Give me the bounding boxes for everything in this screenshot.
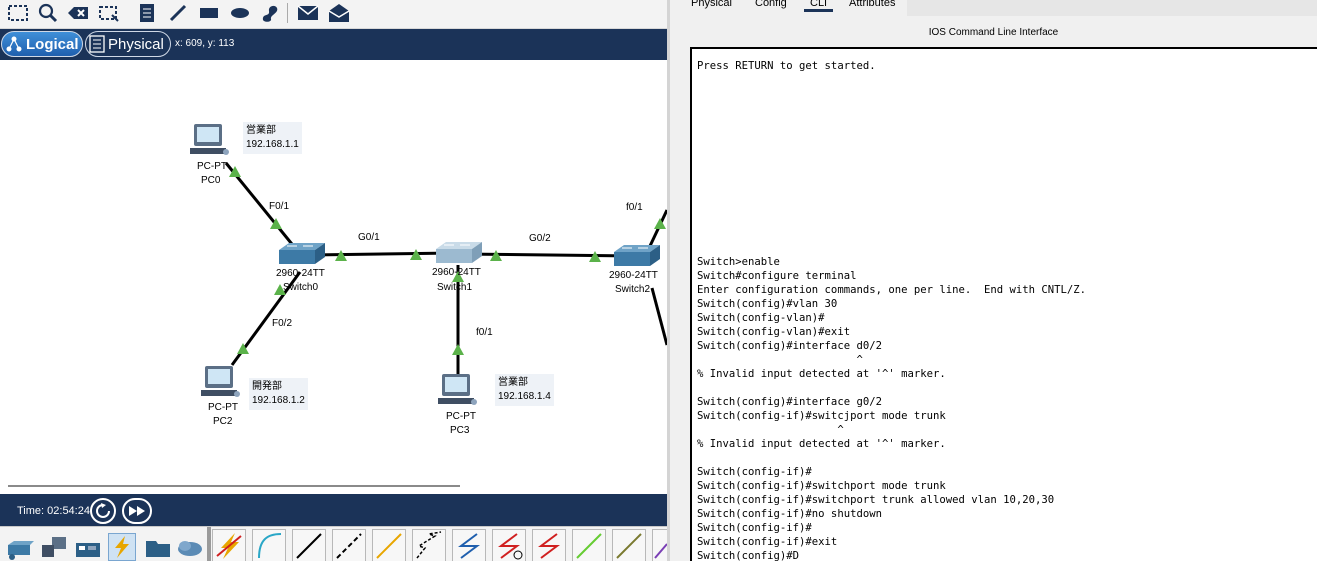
- tab-strip-fill: [907, 0, 1317, 16]
- serial-dte-icon[interactable]: [532, 529, 566, 561]
- link-switch2-down: [650, 287, 667, 346]
- ellipse-icon[interactable]: [228, 2, 252, 24]
- pc2-type-label: PC-PT: [208, 402, 238, 413]
- logical-mode-label: Logical: [26, 35, 79, 53]
- link-up-triangle: [654, 218, 666, 229]
- link-switch1-switch2: [459, 252, 636, 258]
- pc3-name-label: PC3: [450, 425, 470, 436]
- end-devices-icon[interactable]: [40, 533, 68, 561]
- straight-through-icon[interactable]: [292, 529, 326, 561]
- pc3-note[interactable]: 営業部 192.168.1.4: [495, 374, 554, 406]
- switch1-name-label: Switch1: [437, 282, 473, 293]
- cycle-icon: [96, 503, 110, 518]
- pc3-type-label: PC-PT: [446, 411, 476, 422]
- octal-cable-icon[interactable]: [572, 529, 606, 561]
- open-mail-icon[interactable]: [327, 2, 351, 24]
- serial-dce-icon[interactable]: [492, 529, 526, 561]
- pc0-note-dept: 営業部: [246, 125, 276, 136]
- components-icon[interactable]: [74, 533, 102, 561]
- logical-topology-icon: [5, 34, 23, 54]
- tab-cli[interactable]: CLI: [804, 0, 834, 12]
- power-cycle-button[interactable]: [90, 498, 116, 524]
- main-toolbar: [0, 0, 667, 29]
- port-label-sw1-sw2: G0/2: [529, 233, 551, 244]
- rectangle-icon[interactable]: [197, 2, 221, 24]
- fiber-icon[interactable]: [372, 529, 406, 561]
- device-config-window: Physical Config CLI Attributes IOS Comma…: [670, 0, 1317, 561]
- console-cable-icon[interactable]: [252, 529, 286, 561]
- cli-title: IOS Command Line Interface: [928, 27, 1059, 38]
- physical-mode-label: Physical: [108, 35, 164, 53]
- pc0-device-icon[interactable]: [190, 122, 230, 158]
- pc3-note-dept: 営業部: [498, 377, 528, 388]
- pc0-note[interactable]: 営業部 192.168.1.1: [243, 122, 302, 154]
- switch2-name-label: Switch2: [615, 284, 651, 295]
- usb-cable-icon[interactable]: [652, 529, 667, 561]
- workspace-mode-bar: Logical Physical x: 609, y: 113: [0, 29, 667, 60]
- tab-attributes[interactable]: Attributes: [849, 0, 895, 9]
- bar-divider: [207, 527, 211, 561]
- fast-forward-button[interactable]: [122, 498, 152, 524]
- pc2-device-icon[interactable]: [201, 364, 241, 400]
- fast-forward-icon: [129, 506, 145, 516]
- misc-icon[interactable]: [144, 533, 172, 561]
- connections-icon[interactable]: [108, 533, 136, 561]
- delete-icon[interactable]: [66, 2, 90, 24]
- simulation-time: Time: 02:54:24: [17, 505, 90, 517]
- topology-canvas[interactable]: PC-PT PC0 営業部 192.168.1.1 F0/1 F0/2 G0/1…: [0, 60, 667, 494]
- physical-rack-icon: [89, 34, 105, 54]
- tab-config[interactable]: Config: [755, 0, 787, 9]
- switch2-model-label: 2960-24TT: [609, 270, 658, 281]
- mail-icon[interactable]: [296, 2, 320, 24]
- tab-physical[interactable]: Physical: [691, 0, 732, 9]
- canvas-horizontal-scrollbar[interactable]: [8, 485, 460, 487]
- switch1-device-icon[interactable]: [432, 241, 484, 267]
- freeform-icon[interactable]: [258, 2, 282, 24]
- cli-output[interactable]: Press RETURN to get started. Switch>enab…: [692, 49, 1317, 561]
- port-label-sw1-pc3: f0/1: [476, 327, 493, 338]
- logical-mode-button[interactable]: Logical: [1, 31, 83, 57]
- topology-links: [224, 162, 667, 378]
- line-icon[interactable]: [166, 2, 190, 24]
- pc3-device-icon[interactable]: [438, 372, 478, 408]
- pc0-name-label: PC0: [201, 175, 221, 186]
- switch0-name-label: Switch0: [283, 282, 319, 293]
- coaxial-icon[interactable]: [452, 529, 486, 561]
- pc3-note-ip: 192.168.1.4: [498, 391, 551, 402]
- port-label-sw0-pc0: F0/1: [269, 201, 290, 212]
- pc2-note-ip: 192.168.1.2: [252, 395, 305, 406]
- select-icon[interactable]: [6, 2, 30, 24]
- zoom-icon[interactable]: [36, 2, 60, 24]
- multiuser-icon[interactable]: [176, 533, 204, 561]
- automatic-cable-icon[interactable]: [212, 529, 246, 561]
- port-label-sw0-pc2: F0/2: [272, 318, 293, 329]
- switch0-model-label: 2960-24TT: [276, 268, 325, 279]
- physical-mode-button[interactable]: Physical: [85, 31, 171, 57]
- port-label-sw2-up: f0/1: [626, 202, 643, 213]
- realtime-bar: Time: 02:54:24: [0, 494, 667, 526]
- note-icon[interactable]: [135, 2, 159, 24]
- phone-cable-icon[interactable]: [412, 529, 446, 561]
- resize-icon[interactable]: [97, 2, 121, 24]
- device-tabs: Physical Config CLI Attributes: [670, 0, 1317, 16]
- pc2-note[interactable]: 開発部 192.168.1.2: [249, 378, 308, 410]
- cli-console[interactable]: Press RETURN to get started. Switch>enab…: [690, 47, 1317, 561]
- logical-workspace-panel: Logical Physical x: 609, y: 113 PC-PT PC…: [0, 0, 667, 561]
- port-label-sw0-sw1: G0/1: [358, 232, 380, 243]
- device-type-bar: [0, 526, 667, 561]
- switch1-model-label: 2960-24TT: [432, 267, 481, 278]
- pc0-type-label: PC-PT: [197, 161, 227, 172]
- cursor-coordinates: x: 609, y: 113: [175, 38, 235, 49]
- switch2-device-icon[interactable]: [610, 244, 662, 270]
- crossover-icon[interactable]: [332, 529, 366, 561]
- toolbar-divider: [287, 3, 288, 23]
- switch0-device-icon[interactable]: [275, 242, 327, 268]
- pc2-note-dept: 開発部: [252, 381, 282, 392]
- iot-cable-icon[interactable]: [612, 529, 646, 561]
- network-devices-icon[interactable]: [6, 533, 34, 561]
- pc2-name-label: PC2: [213, 416, 233, 427]
- link-up-triangle: [452, 344, 464, 355]
- pc0-note-ip: 192.168.1.1: [246, 139, 299, 150]
